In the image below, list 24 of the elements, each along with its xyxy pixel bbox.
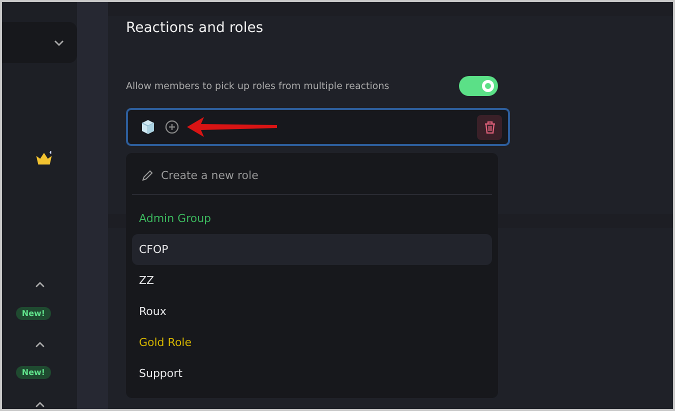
role-option[interactable]: ZZ <box>132 265 492 296</box>
create-role-item[interactable]: Create a new role <box>132 159 492 192</box>
new-badge: New! <box>16 366 52 380</box>
crown-icon <box>34 151 52 167</box>
trash-icon <box>484 120 496 134</box>
role-option[interactable]: Gold Role <box>132 327 492 358</box>
role-option[interactable]: CFOP <box>132 234 492 265</box>
chevron-up-icon[interactable] <box>34 401 46 409</box>
chevron-up-icon[interactable] <box>34 340 46 348</box>
role-option[interactable]: Support <box>132 358 492 389</box>
reaction-field[interactable] <box>126 108 510 146</box>
ice-cube-icon <box>139 118 157 136</box>
chevron-down-icon <box>53 38 65 47</box>
section-title: Reactions and roles <box>126 19 264 36</box>
toggle-switch[interactable] <box>459 76 498 96</box>
pencil-icon <box>142 170 153 181</box>
role-option[interactable]: Roux <box>132 296 492 327</box>
role-option[interactable]: Admin Group <box>132 203 492 234</box>
add-circle-icon[interactable] <box>165 120 179 134</box>
delete-button[interactable] <box>477 114 502 140</box>
new-badge: New! <box>16 306 52 320</box>
toggle-label: Allow members to pick up roles from multiple reactions <box>126 80 390 92</box>
chevron-up-icon[interactable] <box>34 280 46 289</box>
dropdown-field[interactable] <box>2 22 77 64</box>
